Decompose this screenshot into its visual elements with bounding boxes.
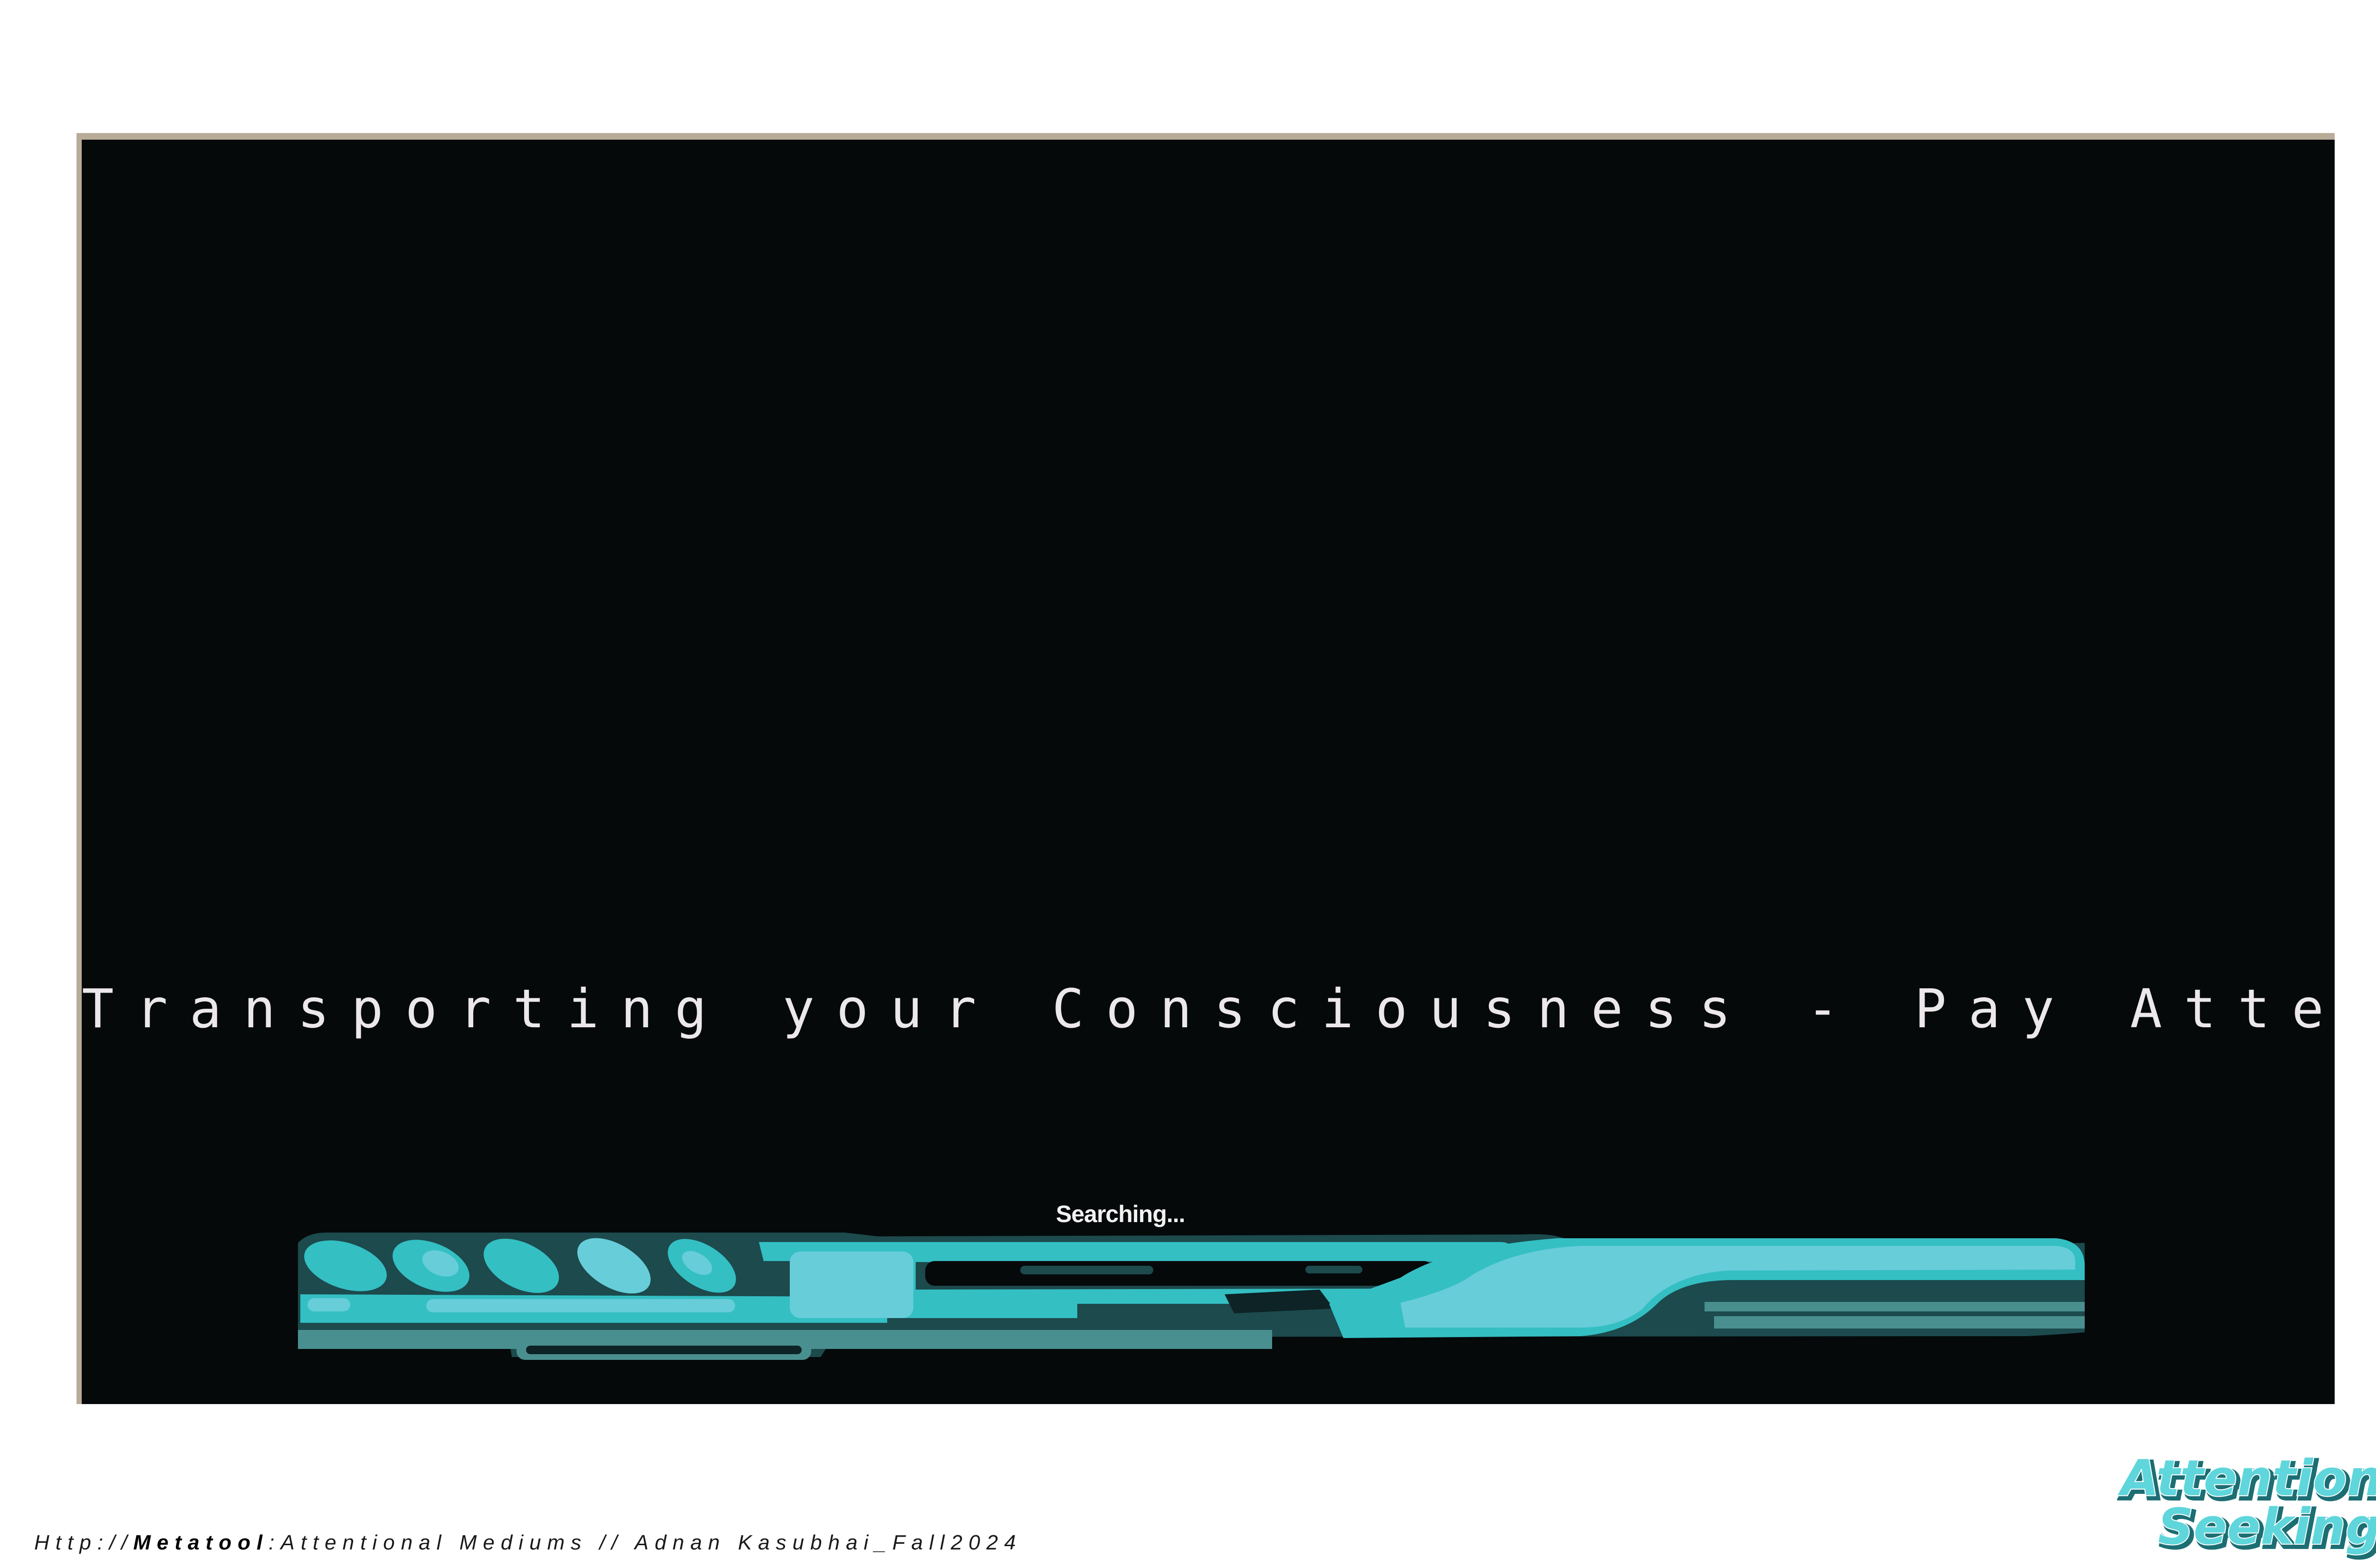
attention-seeking-logo: Attention Attention Seeking Seeking xyxy=(2117,1452,2376,1561)
footer-suffix: :Attentional Mediums // Adnan Kasubhai_F… xyxy=(268,1531,1022,1554)
footer-credit: Http://Metatool:Attentional Mediums // A… xyxy=(34,1531,1022,1555)
loading-bar xyxy=(298,1233,2085,1360)
headline-text: Transporting your Consciousness - Pay At… xyxy=(82,978,2335,1040)
footer-brand: Metatool xyxy=(133,1531,269,1554)
loading-bar-tail-bottom xyxy=(1714,1316,2085,1329)
footer-prefix: Http:// xyxy=(34,1531,134,1554)
slide-page: Transporting your Consciousness - Pay At… xyxy=(0,0,2376,1568)
logo-line2: Seeking xyxy=(2158,1498,2376,1556)
loading-screen: Transporting your Consciousness - Pay At… xyxy=(82,140,2335,1404)
status-text: Searching... xyxy=(1056,1201,1185,1227)
loading-bar-tail-top xyxy=(1705,1302,2085,1311)
